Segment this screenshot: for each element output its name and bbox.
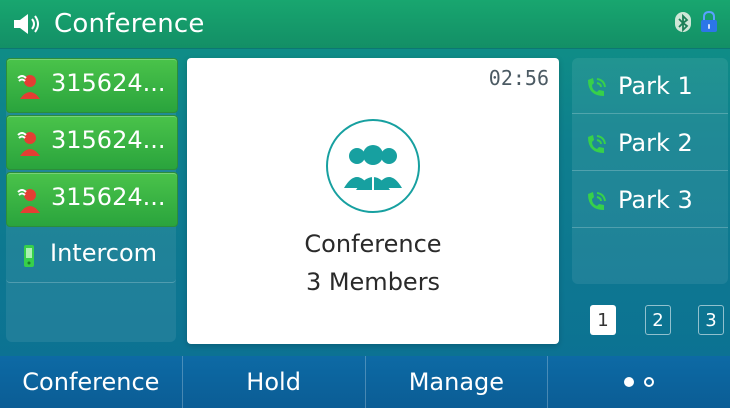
conference-softkey[interactable]: Conference [0,356,182,408]
hold-softkey[interactable]: Hold [181,356,365,408]
page-button-2[interactable]: 2 [645,305,671,335]
softkey-bar: Conference Hold Manage [0,356,730,408]
park-call-icon [582,188,610,216]
phone-screen: Conference 315624... 315624... 315624...… [0,0,730,408]
line-key-4[interactable]: Intercom [6,229,176,283]
call-timer: 02:56 [488,66,549,90]
page-button-1[interactable]: 1 [590,305,616,335]
dot-filled-icon [624,377,635,387]
lock-icon [698,10,720,34]
park-key-1[interactable]: Park 1 [572,58,728,114]
hold-call-icon [15,185,45,215]
line-key-label: 315624... [51,126,166,154]
page-indicator: 1 2 3 [590,305,730,337]
line-key-2[interactable]: 315624... [6,115,178,170]
park-call-icon [582,131,610,159]
line-key-label: Intercom [50,239,158,267]
park-call-icon [582,74,610,102]
status-left: Conference [10,8,205,40]
conference-title: Conference [304,230,442,258]
page-button-3[interactable]: 3 [698,305,724,335]
intercom-icon [14,241,44,271]
line-key-3[interactable]: 315624... [6,172,178,227]
group-icon [326,119,420,213]
manage-softkey[interactable]: Manage [364,356,548,408]
line-key-1[interactable]: 315624... [6,58,178,113]
dot-hollow-icon [644,377,655,387]
line-key-label: 315624... [51,183,166,211]
park-key-label: Park 2 [618,129,693,157]
status-bar: Conference [0,0,730,48]
line-key-5[interactable] [6,288,176,341]
park-key-4[interactable] [572,229,728,284]
speaker-icon [10,10,44,38]
bluetooth-icon [674,10,692,34]
conference-panel: 02:56 Conference 3 Members [187,58,559,344]
status-right [674,10,720,34]
hold-call-icon [15,71,45,101]
conference-members: 3 Members [305,268,441,296]
left-line-keys: 315624... 315624... 315624... Intercom [6,58,178,342]
hold-call-icon [15,128,45,158]
right-line-keys: Park 1 Park 2 Park 3 1 2 3 [572,58,728,344]
park-key-2[interactable]: Park 2 [572,115,728,171]
more-softkey[interactable] [547,356,730,408]
line-key-label: 315624... [51,69,166,97]
more-icon [624,377,655,387]
park-key-label: Park 3 [618,186,693,214]
park-key-label: Park 1 [618,72,693,100]
page-title: Conference [54,9,205,39]
park-key-3[interactable]: Park 3 [572,172,728,228]
